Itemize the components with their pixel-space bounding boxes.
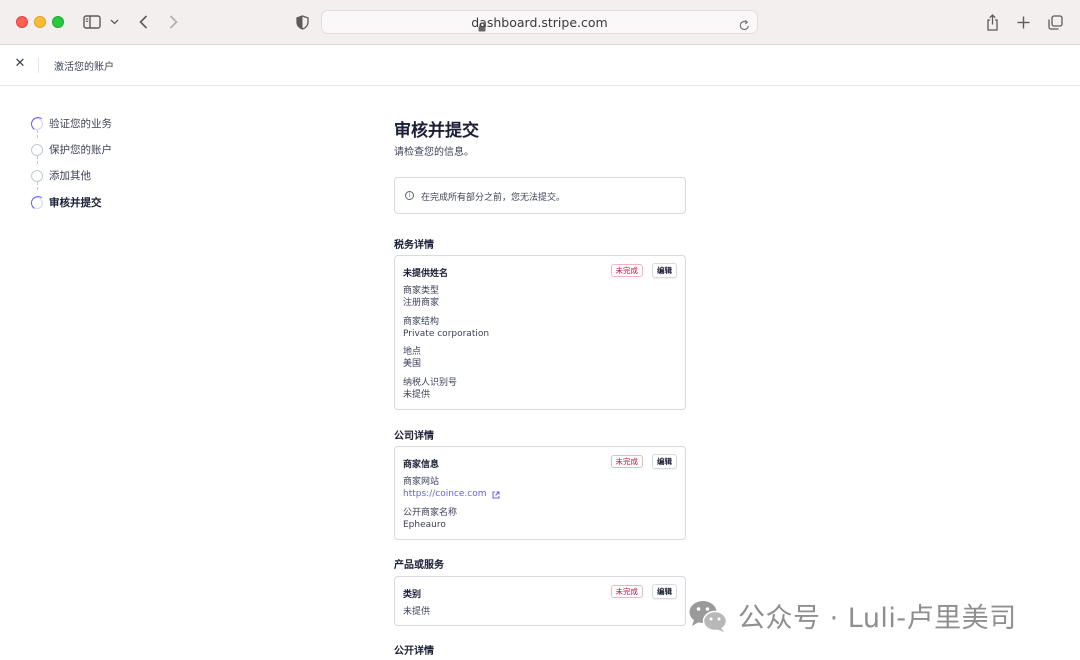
step-verify-business[interactable]: 验证您的业务 <box>31 116 112 131</box>
field-value: Private corporation <box>403 329 490 339</box>
field-value: 未提供 <box>403 607 431 617</box>
edit-button[interactable]: 编辑 <box>652 263 677 278</box>
header-title: 激活您的账户 <box>54 62 114 73</box>
wechat-icon <box>688 599 728 633</box>
field-label: 地点 <box>403 347 422 357</box>
activation-header: ✕ 激活您的账户 <box>0 45 1080 86</box>
edit-button[interactable]: 编辑 <box>652 454 677 469</box>
incomplete-badge: 未完成 <box>610 264 643 277</box>
notice-text: 在完成所有部分之前，您无法提交。 <box>421 193 566 203</box>
field-label: 公开商家名称 <box>403 508 458 518</box>
field-label: 商家类型 <box>403 286 440 296</box>
field-public-name: 公开商家名称 Epheauro <box>403 507 457 532</box>
step-connector <box>37 130 38 138</box>
field-value: 美国 <box>403 359 422 369</box>
external-link-icon <box>492 491 499 498</box>
progress-circle-icon <box>31 117 43 130</box>
field-website: 商家网站 https://coince.com <box>403 476 500 501</box>
page-title: 审核并提交 <box>394 121 479 141</box>
window-zoom-button[interactable] <box>52 16 64 28</box>
step-add-extras[interactable]: 添加其他 <box>31 168 91 183</box>
incomplete-badge: 未完成 <box>610 585 643 598</box>
field-category: 未提供 <box>403 606 430 619</box>
step-label: 保护您的账户 <box>49 144 112 156</box>
reload-icon[interactable] <box>739 16 750 35</box>
header-divider <box>38 57 39 73</box>
field-label: 商家网站 <box>403 477 440 487</box>
browser-toolbar: dashboard.stripe.com <box>0 0 1080 45</box>
products-card: 类别 未完成 编辑 未提供 <box>394 576 686 626</box>
company-details-card: 商家信息 未完成 编辑 商家网站 https://coince.com 公开商家… <box>394 446 686 540</box>
field-value: Epheauro <box>403 520 446 530</box>
card-title: 未提供姓名 <box>403 269 449 279</box>
window-close-button[interactable] <box>16 16 28 28</box>
window-minimize-button[interactable] <box>34 16 46 28</box>
step-review-submit[interactable]: 审核并提交 <box>31 195 102 210</box>
forward-icon[interactable] <box>165 11 181 33</box>
section-title-products: 产品或服务 <box>394 560 444 571</box>
chevron-down-icon[interactable] <box>108 11 120 33</box>
close-icon[interactable]: ✕ <box>13 56 27 72</box>
back-icon[interactable] <box>135 11 151 33</box>
field-value: 未提供 <box>403 390 431 400</box>
card-title: 商家信息 <box>403 460 440 470</box>
section-title-tax: 税务详情 <box>394 240 434 251</box>
field-value: 注册商家 <box>403 298 440 308</box>
privacy-shield-icon[interactable] <box>294 11 310 33</box>
website-link-text[interactable]: https://coince.com <box>403 488 487 501</box>
edit-button[interactable]: 编辑 <box>652 584 677 599</box>
incomplete-badge: 未完成 <box>610 455 643 468</box>
empty-circle-icon <box>31 143 43 156</box>
new-tab-icon[interactable] <box>1015 11 1031 33</box>
step-connector <box>37 182 38 190</box>
tax-details-card: 未提供姓名 未完成 编辑 商家类型 注册商家 商家结构 Private corp… <box>394 255 686 410</box>
step-connector <box>37 156 38 164</box>
info-icon: i <box>405 191 414 200</box>
website-link[interactable]: https://coince.com <box>403 488 500 501</box>
sidebar-toggle-icon[interactable] <box>82 11 102 33</box>
field-label: 纳税人识别号 <box>403 378 458 388</box>
step-label: 审核并提交 <box>49 197 102 209</box>
step-secure-account[interactable]: 保护您的账户 <box>31 142 112 157</box>
section-title-company: 公司详情 <box>394 431 434 442</box>
card-title: 类别 <box>403 590 422 600</box>
tab-overview-icon[interactable] <box>1046 11 1064 33</box>
field-business-type: 商家类型 注册商家 <box>403 285 439 310</box>
field-label: 商家结构 <box>403 317 440 327</box>
watermark-text: 公众号 · Luli-卢里美司 <box>738 603 1017 634</box>
field-business-structure: 商家结构 Private corporation <box>403 316 489 341</box>
field-tax-id: 纳税人识别号 未提供 <box>403 377 457 402</box>
empty-circle-icon <box>31 169 43 182</box>
address-bar[interactable]: dashboard.stripe.com <box>321 10 758 34</box>
incomplete-notice: i 在完成所有部分之前，您无法提交。 <box>394 177 686 214</box>
url-text: dashboard.stripe.com <box>471 15 608 30</box>
page-subtitle: 请检查您的信息。 <box>394 147 474 158</box>
field-location: 地点 美国 <box>403 346 421 371</box>
progress-circle-icon <box>31 196 43 209</box>
share-icon[interactable] <box>984 11 1000 33</box>
step-label: 验证您的业务 <box>49 118 112 130</box>
watermark: 公众号 · Luli-卢里美司 <box>688 596 1017 635</box>
step-label: 添加其他 <box>49 170 91 182</box>
section-title-public: 公开详情 <box>394 646 434 657</box>
